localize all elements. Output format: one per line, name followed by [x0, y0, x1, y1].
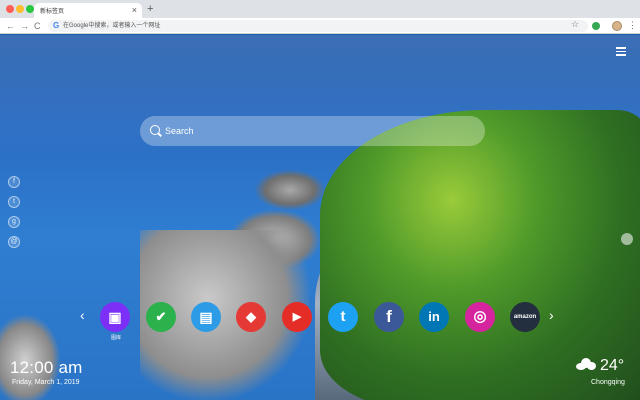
extension-icon[interactable]: [592, 22, 600, 30]
weather-city: Chongqing: [591, 379, 625, 386]
weather-temperature: 24°: [600, 357, 625, 374]
image-gallery-icon[interactable]: ▣: [100, 302, 130, 332]
twitter-small-icon[interactable]: t: [8, 196, 20, 208]
amazon-icon[interactable]: amazon: [510, 302, 540, 332]
google-icon: G: [53, 21, 60, 30]
google-small-icon[interactable]: g: [8, 216, 20, 228]
browser-toolbar: ← → C G 在Google中搜索，或者输入一个网址 ☆ ⋮: [0, 18, 640, 34]
tab-title: 新标签页: [40, 9, 65, 15]
new-tab-button[interactable]: +: [147, 3, 153, 15]
reload-button[interactable]: C: [34, 20, 41, 32]
hamburger-menu-icon[interactable]: [616, 47, 626, 56]
window-minimize-button[interactable]: [16, 5, 24, 13]
twitter-icon[interactable]: t: [328, 302, 358, 332]
shortcuts-prev-arrow[interactable]: ‹: [80, 307, 85, 323]
window-close-button[interactable]: [6, 5, 14, 13]
browser-titlebar: 新标签页 × +: [0, 0, 640, 18]
bookmark-star-icon[interactable]: ☆: [571, 18, 579, 30]
background-photo: [0, 35, 640, 400]
clock-time: 12:00 am: [10, 358, 83, 377]
search-input[interactable]: [165, 116, 475, 146]
window-maximize-button[interactable]: [26, 5, 34, 13]
email-small-icon[interactable]: @: [8, 236, 20, 248]
forward-button[interactable]: →: [20, 20, 29, 32]
shortcuts-next-arrow[interactable]: ›: [549, 307, 554, 323]
side-social-links: f t g @: [8, 176, 20, 256]
document-icon[interactable]: ▤: [191, 302, 221, 332]
facebook-small-icon[interactable]: f: [8, 176, 20, 188]
cloud-weather-icon: [576, 358, 596, 370]
profile-avatar[interactable]: [612, 21, 622, 31]
shortcut-label-gallery: 图库: [110, 335, 121, 341]
youtube-icon[interactable]: ▶: [282, 302, 312, 332]
search-bar[interactable]: [140, 116, 485, 146]
linkedin-icon[interactable]: in: [419, 302, 449, 332]
back-button[interactable]: ←: [6, 20, 15, 32]
tab-close-icon[interactable]: ×: [132, 4, 137, 16]
browser-menu-icon[interactable]: ⋮: [628, 19, 637, 31]
address-bar-placeholder: 在Google中搜索，或者输入一个网址: [63, 23, 161, 29]
facebook-icon[interactable]: f: [374, 302, 404, 332]
browser-tab[interactable]: 新标签页 ×: [34, 3, 142, 18]
checkbox-icon[interactable]: ✔: [146, 302, 176, 332]
address-bar[interactable]: G 在Google中搜索，或者输入一个网址: [48, 20, 588, 32]
clock-date: Friday, March 1, 2019: [12, 379, 80, 386]
instagram-icon[interactable]: ◎: [465, 302, 495, 332]
side-user-icon[interactable]: [621, 233, 633, 245]
search-icon: [150, 125, 160, 135]
game-controller-icon[interactable]: ◆: [236, 302, 266, 332]
